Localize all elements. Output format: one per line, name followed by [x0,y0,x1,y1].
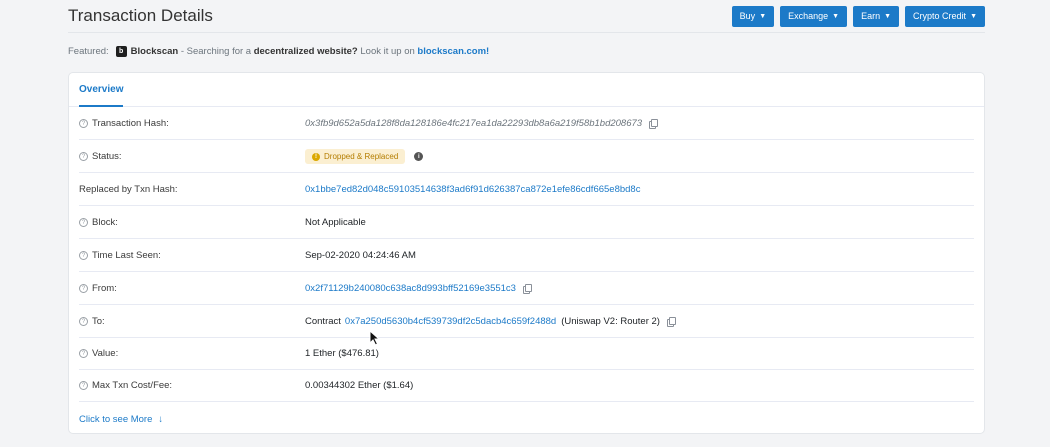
row-label: Block: [92,217,118,228]
status-badge: ! Dropped & Replaced [305,149,406,164]
row-label: Max Txn Cost/Fee: [92,380,173,391]
question-icon[interactable]: ? [79,317,88,326]
row-more: Click to see More ↓ [69,403,984,436]
to-contract-name: (Uniswap V2: Router 2) [561,316,660,327]
featured-text-2: Look it up on [357,46,418,57]
row-label: Status: [92,151,122,162]
question-icon[interactable]: ? [79,349,88,358]
fee-amount: 0.00344302 Ether ($1.64) [305,380,414,391]
blockscan-logo-icon: b [115,46,127,57]
see-more-link[interactable]: Click to see More ↓ [79,414,163,425]
row-label: Value: [92,348,119,359]
copy-icon[interactable] [522,284,532,294]
row-value: ? Value: 1 Ether ($476.81) [69,337,984,370]
featured-bold: decentralized website? [253,46,358,57]
copy-icon[interactable] [649,119,659,129]
chevron-down-icon: ▼ [759,12,767,20]
to-prefix: Contract [305,316,341,327]
buy-button[interactable]: Buy ▼ [731,5,775,27]
divider [79,401,974,402]
block-value: Not Applicable [305,217,366,228]
blockscan-link[interactable]: blockscan.com! [417,46,489,57]
page-header: Transaction Details Buy ▼ Exchange ▼ Ear… [68,0,985,33]
question-icon[interactable]: ? [79,251,88,260]
chevron-down-icon: ▼ [970,12,977,20]
to-address-link[interactable]: 0x7a250d5630b4cf539739df2c5dacb4c659f248… [345,316,556,327]
arrow-down-icon: ↓ [158,414,164,425]
from-address-link[interactable]: 0x2f71129b240080c638ac8d993bff52169e3551… [305,283,516,294]
row-from: ? From: 0x2f71129b240080c638ac8d993bff521… [69,272,984,305]
info-icon[interactable]: i [414,152,424,161]
row-label: Replaced by Txn Hash: [79,184,178,195]
question-icon[interactable]: ? [79,218,88,227]
question-icon[interactable]: ? [79,284,88,293]
value-amount: 1 Ether ($476.81) [305,348,379,359]
tab-bar: Overview [69,73,984,107]
copy-icon[interactable] [666,317,676,327]
featured-prefix: Featured: [68,46,109,57]
tab-overview[interactable]: Overview [79,73,124,107]
row-transaction-hash: ? Transaction Hash: 0x3fb9d652a5da128f8da… [69,107,984,140]
row-block: ? Block: Not Applicable [69,206,984,239]
time-value: Sep-02-2020 04:24:46 AM [305,250,416,261]
row-label: Time Last Seen: [92,250,161,261]
chevron-down-icon: ▼ [832,12,840,20]
row-replaced-by: Replaced by Txn Hash: 0x1bbe7ed82d048c59… [69,173,984,206]
row-time-last-seen: ? Time Last Seen: Sep-02-2020 04:24:46 AM [69,239,984,272]
mouse-cursor-icon [369,330,381,346]
featured-text: - Searching for a [178,46,254,57]
question-icon[interactable]: ? [79,119,88,128]
row-label: From: [92,283,117,294]
featured-brand: Blockscan [130,46,179,57]
row-status: ? Status: ! Dropped & Replaced i [69,140,984,173]
crypto-credit-button[interactable]: Crypto Credit ▼ [905,5,985,27]
row-to: ? To: Contract 0x7a250d5630b4cf539739df2c… [69,305,984,338]
header-nav: Buy ▼ Exchange ▼ Earn ▼ Crypto Credit ▼ [731,5,985,27]
question-icon[interactable]: ? [79,152,88,161]
replaced-hash-link[interactable]: 0x1bbe7ed82d048c59103514638f3ad6f91d6263… [305,184,640,195]
page-title: Transaction Details [68,6,213,25]
transaction-card: Overview ? Transaction Hash: 0x3fb9d652a5… [68,72,985,434]
earn-button[interactable]: Earn ▼ [853,5,900,27]
warning-icon: ! [312,152,320,161]
row-label: To: [92,316,105,327]
row-label: Transaction Hash: [92,118,169,129]
chevron-down-icon: ▼ [884,12,892,20]
question-icon[interactable]: ? [79,381,88,390]
page: Transaction Details Buy ▼ Exchange ▼ Ear… [0,0,1050,447]
row-max-fee: ? Max Txn Cost/Fee: 0.00344302 Ether ($1.… [69,369,984,402]
transaction-hash-value: 0x3fb9d652a5da128f8da128186e4fc217ea1da2… [305,118,643,129]
featured-bar: Featured: b Blockscan - Searching for a … [68,46,985,57]
exchange-button[interactable]: Exchange ▼ [780,5,848,27]
